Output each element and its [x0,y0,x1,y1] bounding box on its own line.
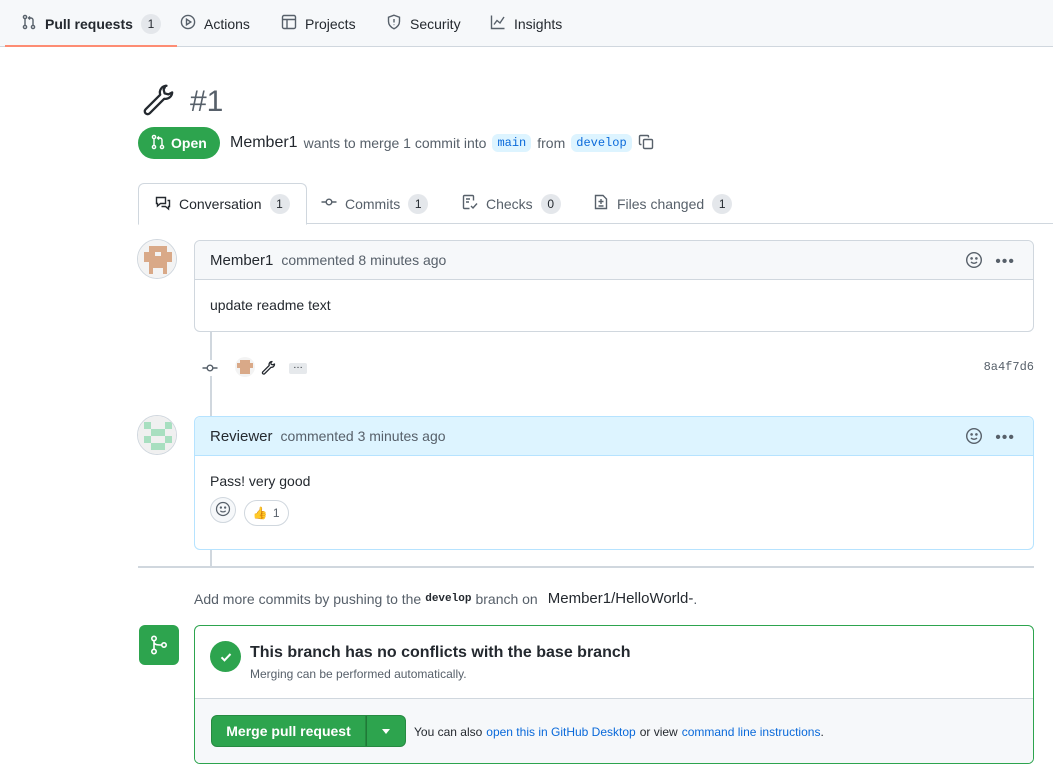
merge-options-dropdown[interactable] [366,715,406,747]
comment-body: Pass! very good [210,473,311,489]
commit-row: … 8a4f7d6 [200,355,1034,379]
merge-pull-request-button[interactable]: Merge pull request [211,715,366,747]
tab-pull-requests[interactable]: Pull requests 1 [5,0,177,47]
thumbs-up-icon: 👍 [252,505,268,520]
git-pull-request-icon [150,134,166,153]
reaction-count: 1 [272,505,280,520]
comment-header: Member1 commented 8 minutes ago ••• [195,241,1033,280]
smiley-icon[interactable] [965,427,983,448]
comment-header: Reviewer commented 3 minutes ago ••• [195,417,1033,456]
tab-label: Security [410,15,461,32]
tab-commits[interactable]: Commits 1 [321,183,429,224]
merge-actions: Merge pull request You can also open thi… [195,699,1033,763]
pr-number: #1 [190,85,224,118]
pr-tabs: Conversation 1 Commits 1 Checks 0 Files … [138,183,1053,225]
tab-label: Commits [345,195,401,212]
tab-label: Pull requests [45,15,133,32]
tab-counter: 1 [712,193,733,214]
tab-checks[interactable]: Checks 0 [462,183,561,224]
merge-alt-suffix: . [820,725,824,739]
command-line-instructions-link[interactable]: command line instructions [682,725,821,739]
git-pull-request-icon [21,14,37,33]
git-merge-icon [139,625,179,665]
merge-alt-prefix: You can also [414,725,483,739]
tab-conversation[interactable]: Conversation 1 [138,183,307,225]
base-branch-tag[interactable]: main [492,134,532,152]
merge-subtitle: Merging can be performed automatically. [250,667,467,681]
kebab-menu-icon[interactable]: ••• [995,429,1015,447]
tab-security[interactable]: Security [386,0,461,47]
table-icon [281,14,297,33]
commit-sha[interactable]: 8a4f7d6 [984,360,1034,374]
tab-counter: 1 [408,193,429,214]
avatar-member1-small[interactable] [235,357,255,377]
push-hint-middle: branch on [475,590,538,607]
merge-title: This branch has no conflicts with the ba… [250,644,631,661]
git-commit-icon [202,360,218,376]
file-diff-icon [593,194,609,213]
push-hint-branch: develop [425,592,472,605]
merge-status: This branch has no conflicts with the ba… [195,626,1033,699]
commit-expander[interactable]: … [289,361,307,374]
push-hint-suffix: . [693,590,698,607]
wrench-icon [138,82,176,123]
thumbs-up-reaction[interactable]: 👍 1 [243,499,289,526]
graph-icon [490,14,506,33]
play-icon [180,14,196,33]
avatar-reviewer[interactable] [137,415,177,455]
comment-body: update readme text [210,297,331,313]
status-badge: Open [138,127,220,159]
smiley-icon [215,501,231,520]
check-icon [210,641,241,672]
checklist-icon [462,194,478,213]
smiley-icon[interactable] [965,251,983,272]
comment-author[interactable]: Member1 [210,252,273,269]
tab-label: Files changed [617,195,705,212]
tab-insights[interactable]: Insights [490,0,562,47]
tab-counter: 1 [269,194,290,214]
merge-alt-middle: or view [639,725,678,739]
shield-icon [386,14,402,33]
merge-box: This branch has no conflicts with the ba… [194,625,1034,764]
tab-actions[interactable]: Actions [180,0,250,47]
add-reaction-button[interactable] [210,497,236,523]
wrench-icon [260,360,276,379]
pr-summary: wants to merge 1 commit into [303,135,487,151]
tab-label: Projects [305,15,356,32]
tab-files-changed[interactable]: Files changed 1 [593,183,733,224]
pr-meta: Member1 wants to merge 1 commit into mai… [230,133,654,153]
kebab-menu-icon[interactable]: ••• [995,253,1015,271]
tab-counter: 0 [540,193,561,214]
timeline-divider [138,566,1034,568]
tab-projects[interactable]: Projects [281,0,356,47]
from-text: from [537,135,566,151]
tab-label: Conversation [179,196,262,212]
copy-icon[interactable] [638,134,654,153]
avatar-member1[interactable] [137,239,177,279]
push-hint: Add more commits by pushing to the devel… [194,590,697,607]
comment-time[interactable]: commented 8 minutes ago [281,252,446,268]
status-label: Open [171,135,207,151]
tab-counter: 1 [140,13,161,34]
tab-label: Actions [204,15,250,32]
comment-actions: ••• [965,427,1015,448]
comment-member1: Member1 commented 8 minutes ago ••• upda… [194,240,1034,332]
comment-reviewer: Reviewer commented 3 minutes ago ••• Pas… [194,416,1034,550]
comment-time[interactable]: commented 3 minutes ago [281,428,446,444]
git-commit-icon [321,194,337,213]
tab-label: Insights [514,15,563,32]
push-hint-prefix: Add more commits by pushing to the [194,590,422,607]
head-branch-tag[interactable]: develop [571,134,632,152]
comment-author[interactable]: Reviewer [210,428,273,445]
repo-nav: Pull requests 1 Actions Projects Securit… [0,0,1053,47]
comment-discussion-icon [155,195,171,214]
reactions-bar: 👍 1 [195,497,1033,526]
tab-label: Checks [486,195,533,212]
pr-author-link[interactable]: Member1 [230,134,298,152]
push-hint-repo-link[interactable]: Member1/HelloWorld- [548,590,694,607]
pr-title: #1 [138,82,223,122]
comment-actions: ••• [965,251,1015,272]
open-in-desktop-link[interactable]: open this in GitHub Desktop [486,725,635,739]
merge-alt-text: You can also open this in GitHub Desktop… [414,725,824,739]
